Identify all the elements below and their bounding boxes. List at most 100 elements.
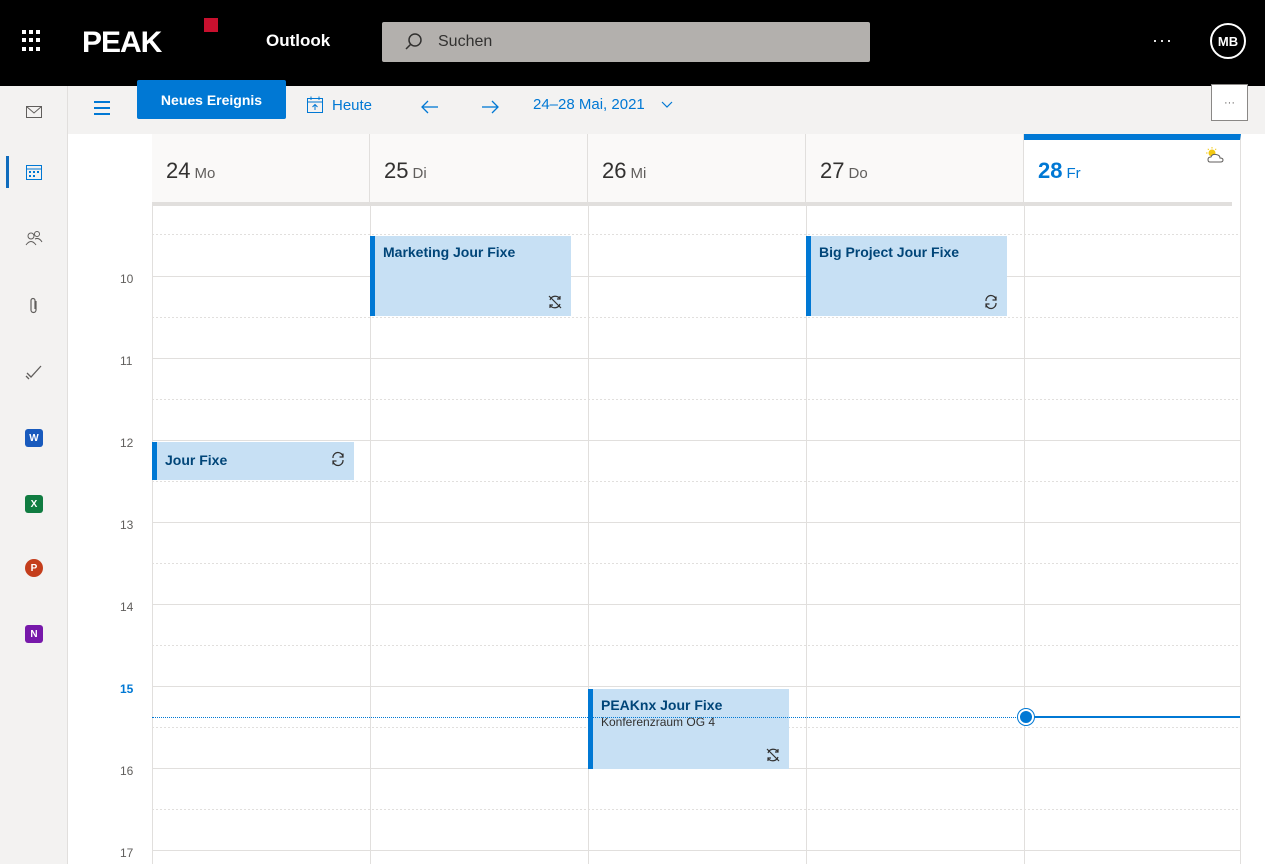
calendar-grid: 24 Mo 25 Di 26 Mi 27 Do 28 Fr 10 11 12 13 14 … — [68, 134, 1265, 864]
hour-label-current: 15 — [120, 682, 134, 696]
rail-word[interactable]: W — [0, 418, 68, 458]
people-icon — [25, 231, 43, 246]
day-name: Fr — [1066, 165, 1081, 182]
excel-icon: X — [25, 495, 43, 513]
arrow-left-icon — [421, 100, 438, 114]
search-box[interactable]: Suchen — [382, 22, 870, 62]
todo-icon — [25, 365, 42, 380]
weather-icon[interactable] — [1204, 146, 1226, 164]
arrow-right-icon — [482, 100, 499, 114]
recurrence-icon — [332, 451, 344, 467]
day-header-fr[interactable]: 28 Fr — [1024, 134, 1241, 206]
chevron-down-icon — [661, 101, 673, 108]
rail-calendar[interactable] — [0, 152, 68, 192]
brand-text: PEAK — [82, 26, 162, 59]
app-name[interactable]: Outlook — [266, 31, 330, 51]
today-label: Heute — [332, 96, 373, 114]
day-name: Di — [412, 165, 427, 182]
event-big-project-jour-fixe[interactable]: Big Project Jour Fixe — [806, 236, 1007, 316]
half-hour-line — [152, 645, 1241, 646]
half-hour-line — [152, 563, 1241, 564]
search-icon — [405, 33, 422, 50]
hour-label: 14 — [120, 600, 134, 614]
brand-logo[interactable]: PEAK — [82, 18, 218, 62]
app-launcher-icon[interactable] — [22, 30, 44, 52]
hour-line — [152, 440, 1241, 441]
hour-label: 17 — [120, 846, 134, 860]
event-title: Big Project Jour Fixe — [819, 244, 960, 260]
half-hour-line — [152, 481, 1241, 482]
half-hour-line — [152, 809, 1241, 810]
hour-line — [152, 358, 1241, 359]
day-number: 28 — [1038, 158, 1063, 183]
event-title: Marketing Jour Fixe — [383, 244, 516, 260]
today-button[interactable]: Heute — [306, 96, 372, 114]
hour-line — [152, 604, 1241, 605]
rail-mail[interactable] — [0, 92, 68, 132]
day-number: 27 — [820, 158, 845, 183]
view-options-button[interactable]: ··· — [1211, 84, 1248, 121]
menu-icon[interactable] — [94, 101, 110, 117]
event-jour-fixe[interactable]: Jour Fixe — [152, 442, 354, 480]
mail-icon — [26, 106, 42, 118]
recurrence-exception-icon — [766, 748, 780, 762]
day-column-line — [1024, 206, 1025, 864]
rail-excel[interactable]: X — [0, 484, 68, 524]
hour-label: 12 — [120, 436, 134, 450]
day-column-line — [152, 206, 153, 864]
new-event-button[interactable]: Neues Ereignis — [137, 80, 286, 119]
day-column-line — [1240, 206, 1241, 864]
brand-mark — [204, 18, 218, 32]
avatar[interactable]: MB — [1210, 23, 1246, 59]
rail-todo[interactable] — [0, 352, 68, 392]
day-number: 25 — [384, 158, 409, 183]
date-range-label: 24–28 Mai, 2021 — [533, 96, 645, 113]
day-number: 26 — [602, 158, 627, 183]
recurrence-exception-icon — [548, 295, 562, 309]
day-header-di[interactable]: 25 Di — [370, 134, 588, 206]
day-header-mo[interactable]: 24 Mo — [152, 134, 370, 206]
event-title: Jour Fixe — [165, 452, 228, 468]
left-rail: W X P N — [0, 86, 68, 864]
date-range-picker[interactable]: 24–28 Mai, 2021 — [533, 96, 673, 113]
calendar-today-icon — [307, 96, 323, 113]
day-name: Mo — [194, 165, 216, 182]
hour-line — [152, 850, 1241, 851]
half-hour-line — [152, 234, 1241, 235]
word-icon: W — [25, 429, 43, 447]
hour-label: 13 — [120, 518, 134, 532]
hour-line — [152, 276, 1241, 277]
current-time-line — [152, 717, 1024, 718]
calendar-icon — [26, 165, 42, 180]
event-peaknx-jour-fixe[interactable]: PEAKnx Jour Fixe Konferenzraum OG 4 — [588, 689, 789, 769]
event-title: PEAKnx Jour Fixe — [601, 697, 723, 713]
rail-onenote[interactable]: N — [0, 614, 68, 654]
attachment-icon — [30, 297, 37, 314]
day-header-mi[interactable]: 26 Mi — [588, 134, 806, 206]
hour-label: 11 — [120, 354, 133, 368]
hour-label: 16 — [120, 764, 134, 778]
half-hour-line — [152, 317, 1241, 318]
top-bar: PEAK Outlook Suchen ··· MB — [0, 0, 1265, 86]
hour-label: 10 — [120, 272, 134, 286]
next-week-button[interactable] — [481, 94, 499, 120]
previous-week-button[interactable] — [421, 94, 439, 120]
rail-people[interactable] — [0, 218, 68, 258]
powerpoint-icon: P — [25, 559, 43, 577]
day-name: Do — [848, 165, 868, 182]
current-time-line-today — [1025, 716, 1240, 718]
event-marketing-jour-fixe[interactable]: Marketing Jour Fixe — [370, 236, 571, 316]
day-number: 24 — [166, 158, 191, 183]
onenote-icon: N — [25, 625, 43, 643]
search-placeholder: Suchen — [438, 33, 493, 50]
day-header-do[interactable]: 27 Do — [806, 134, 1024, 206]
rail-files[interactable] — [0, 286, 68, 326]
more-options-button[interactable]: ··· — [1152, 30, 1173, 51]
hour-line — [152, 686, 1241, 687]
header-divider — [152, 202, 1232, 206]
day-name: Mi — [630, 165, 647, 182]
half-hour-line — [152, 399, 1241, 400]
rail-powerpoint[interactable]: P — [0, 548, 68, 588]
hour-line — [152, 522, 1241, 523]
current-time-dot — [1018, 709, 1034, 725]
